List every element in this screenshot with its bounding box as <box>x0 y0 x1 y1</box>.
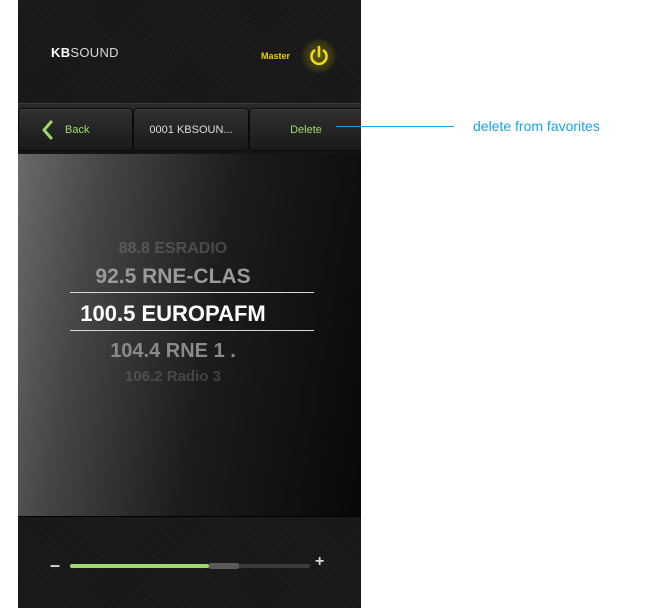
delete-label: Delete <box>290 123 322 136</box>
chevron-left-icon <box>42 120 53 139</box>
power-icon <box>310 45 328 66</box>
station-item[interactable]: 92.5 RNE-CLAS <box>18 265 328 289</box>
phone-screen: KBSOUND Master Back 0001 KBSOUN... Delet… <box>18 0 361 608</box>
delete-button[interactable]: Delete <box>249 108 361 151</box>
master-label: Master <box>261 51 291 61</box>
selection-divider-bottom <box>70 330 314 331</box>
annotation-leader-line <box>336 126 454 127</box>
top-bar: KBSOUND Master <box>18 0 361 103</box>
back-label: Back <box>65 123 90 136</box>
volume-level-fill <box>70 564 209 568</box>
station-title-button[interactable]: 0001 KBSOUN... <box>133 108 249 151</box>
volume-bar: – + <box>18 516 361 608</box>
brand-logo: KBSOUND <box>51 45 119 60</box>
volume-up-button[interactable]: + <box>315 553 324 571</box>
station-item-selected[interactable]: 100.5 EUROPAFM <box>18 301 328 327</box>
volume-slider-handle[interactable] <box>209 563 239 569</box>
station-item[interactable]: 106.2 Radio 3 <box>18 368 328 385</box>
station-title: 0001 KBSOUN... <box>149 123 233 136</box>
station-item[interactable]: 104.4 RNE 1 . <box>18 340 328 363</box>
station-item[interactable]: 88.8 ESRADIO <box>18 240 328 258</box>
volume-down-button[interactable]: – <box>50 555 60 576</box>
station-picker[interactable]: 88.8 ESRADIO 92.5 RNE-CLAS 100.5 EUROPAF… <box>18 154 361 516</box>
back-button[interactable]: Back <box>18 108 133 151</box>
annotation-label: delete from favorites <box>473 118 600 134</box>
selection-divider-top <box>70 292 314 293</box>
nav-bar: Back 0001 KBSOUN... Delete <box>18 103 361 155</box>
master-power-button[interactable] <box>301 38 337 74</box>
brand-logo-rest: SOUND <box>70 45 119 60</box>
volume-slider[interactable] <box>70 563 310 569</box>
brand-logo-bold: KB <box>51 45 71 60</box>
